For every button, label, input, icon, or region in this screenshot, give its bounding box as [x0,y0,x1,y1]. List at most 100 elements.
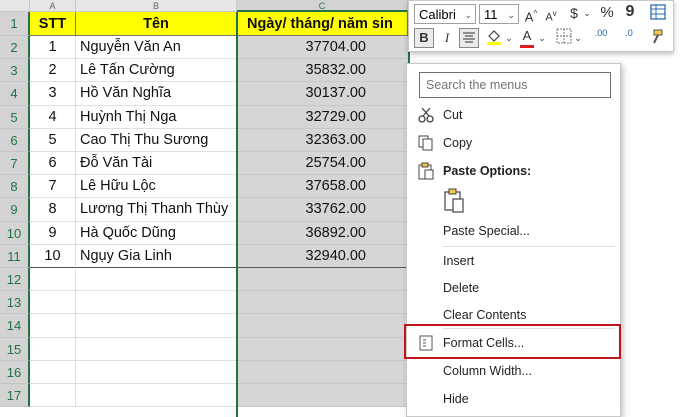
row-header[interactable]: 15 [0,337,30,361]
search-menus-input[interactable] [419,72,611,98]
italic-button[interactable]: I [439,28,455,48]
column-header-b[interactable]: B [76,0,237,12]
menu-item-paste-special[interactable]: Paste Special... [407,218,620,244]
decrease-font-size-button[interactable]: Av [543,4,559,28]
row-header[interactable]: 12 [0,268,30,292]
increase-decimal-button[interactable]: .00 [589,28,613,38]
bold-button[interactable]: B [414,28,434,48]
empty-cell[interactable] [30,360,76,384]
empty-cell[interactable] [76,291,237,315]
empty-cell[interactable] [76,337,237,361]
row-header[interactable]: 6 [0,128,30,152]
header-name[interactable]: Tên [76,12,237,36]
cell-date[interactable]: 36892.00 [237,221,408,245]
menu-item-delete[interactable]: Delete [407,275,620,301]
cell-stt[interactable]: 8 [30,198,76,222]
column-header-a[interactable]: A [30,0,76,12]
cell-date[interactable]: 33762.00 [237,198,408,222]
empty-selected-cell[interactable] [237,360,408,384]
cell-date[interactable]: 37704.00 [237,36,408,60]
empty-selected-cell[interactable] [237,337,408,361]
header-stt[interactable]: STT [30,12,76,36]
row-header[interactable]: 11 [0,244,30,268]
increase-font-size-button[interactable]: A^ [523,4,539,27]
cell-date[interactable]: 32363.00 [237,128,408,152]
cell-date[interactable]: 32940.00 [237,244,408,268]
cell-stt[interactable]: 5 [30,128,76,152]
empty-cell[interactable] [76,268,237,292]
cell-stt[interactable]: 1 [30,36,76,60]
font-color-button[interactable]: A [519,26,535,48]
paste-button[interactable] [441,188,467,216]
fill-color-button[interactable] [485,28,503,52]
format-table-button[interactable] [649,4,667,22]
chevron-down-icon[interactable]: ⌄ [537,28,547,48]
cell-stt[interactable]: 9 [30,221,76,245]
empty-cell[interactable] [76,314,237,338]
cell-name[interactable]: Ngụy Gia Linh [76,244,237,268]
empty-cell[interactable] [30,268,76,292]
menu-item-cut[interactable]: Cut [407,102,620,128]
empty-cell[interactable] [76,384,237,408]
row-header[interactable]: 13 [0,291,30,315]
chevron-down-icon[interactable]: ⌄ [582,3,592,23]
font-size-dropdown[interactable]: 11 ⌄ [479,4,519,24]
chevron-down-icon[interactable]: ⌄ [504,28,514,48]
row-header[interactable]: 17 [0,384,30,408]
percent-button[interactable]: % [599,3,615,23]
menu-item-hide[interactable]: Hide [407,386,620,412]
row-header[interactable]: 9 [0,198,30,222]
cell-date[interactable]: 35832.00 [237,59,408,83]
decrease-decimal-button[interactable]: .0 [617,28,641,38]
cell-stt[interactable]: 2 [30,59,76,83]
empty-cell[interactable] [30,384,76,408]
cell-name[interactable]: Hồ Văn Nghĩa [76,82,237,106]
cell-name[interactable]: Hà Quốc Dũng [76,221,237,245]
row-header[interactable]: 14 [0,314,30,338]
header-date[interactable]: Ngày/ tháng/ năm sin [237,12,408,36]
cell-stt[interactable]: 6 [30,152,76,176]
column-header-c[interactable]: C [237,0,408,12]
cell-name[interactable]: Đỗ Văn Tài [76,152,237,176]
center-align-button[interactable] [459,28,479,48]
empty-cell[interactable] [30,291,76,315]
empty-selected-cell[interactable] [237,384,408,408]
comma-style-button[interactable]: 9 [623,2,637,22]
menu-item-insert[interactable]: Insert [407,248,620,274]
cell-date[interactable]: 30137.00 [237,82,408,106]
cell-date[interactable]: 37658.00 [237,175,408,199]
row-header[interactable]: 4 [0,82,30,106]
cell-name[interactable]: Cao Thị Thu Sương [76,128,237,152]
row-header[interactable]: 3 [0,59,30,83]
row-header[interactable]: 2 [0,36,30,60]
row-header[interactable]: 8 [0,175,30,199]
currency-button[interactable]: $ [567,3,581,23]
cell-stt[interactable]: 4 [30,105,76,129]
row-header[interactable]: 7 [0,152,30,176]
row-header[interactable]: 1 [0,12,30,36]
menu-item-copy[interactable]: Copy [407,130,620,156]
format-painter-button[interactable] [647,28,665,52]
row-header[interactable]: 5 [0,105,30,129]
cell-stt[interactable]: 10 [30,244,76,268]
empty-selected-cell[interactable] [237,314,408,338]
cell-name[interactable]: Nguyễn Văn An [76,36,237,60]
borders-button[interactable] [555,28,573,50]
empty-cell[interactable] [30,314,76,338]
empty-selected-cell[interactable] [237,268,408,292]
cell-stt[interactable]: 7 [30,175,76,199]
empty-selected-cell[interactable] [237,291,408,315]
cell-name[interactable]: Lê Hữu Lộc [76,175,237,199]
empty-cell[interactable] [30,337,76,361]
cell-name[interactable]: Lương Thị Thanh Thùy [76,198,237,222]
cell-name[interactable]: Lê Tấn Cường [76,59,237,83]
menu-item-column-width[interactable]: Column Width... [407,358,620,384]
row-header[interactable]: 10 [0,221,30,245]
cell-date[interactable]: 25754.00 [237,152,408,176]
empty-cell[interactable] [76,360,237,384]
select-all-corner[interactable] [0,0,30,12]
chevron-down-icon[interactable]: ⌄ [573,28,583,48]
cell-stt[interactable]: 3 [30,82,76,106]
font-name-dropdown[interactable]: Calibri ⌄ [414,4,476,24]
row-header[interactable]: 16 [0,360,30,384]
